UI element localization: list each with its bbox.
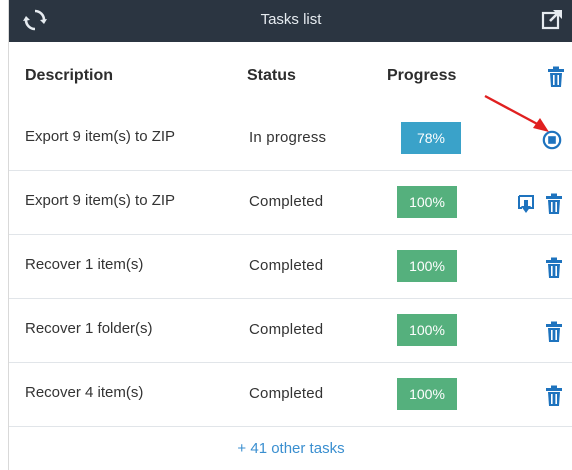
task-status: Completed [249,321,324,338]
task-description: Export 9 item(s) to ZIP [25,128,176,145]
task-description: Export 9 item(s) to ZIP [25,192,176,209]
more-tasks-link[interactable]: + 41 other tasks [9,440,572,470]
popout-icon[interactable] [541,8,563,30]
trash-icon[interactable] [545,257,563,279]
task-status: Completed [249,257,324,274]
task-status: Completed [249,385,324,402]
task-row: Recover 4 item(s) Completed 100% [9,362,572,427]
tasks-panel: Tasks list Description Status Progress E… [8,0,572,470]
column-progress[interactable]: Progress [387,67,456,85]
task-description: Recover 1 folder(s) [25,320,153,337]
trash-icon[interactable] [545,385,563,407]
progress-badge: 100% [397,250,457,282]
task-row: Recover 1 folder(s) Completed 100% [9,298,572,363]
clear-all-trash-icon[interactable] [547,66,565,88]
trash-icon[interactable] [545,193,563,215]
title-bar: Tasks list [9,0,572,42]
progress-badge: 100% [397,314,457,346]
task-description: Recover 1 item(s) [25,256,144,273]
column-status[interactable]: Status [247,67,296,85]
task-row: Recover 1 item(s) Completed 100% [9,234,572,299]
column-description[interactable]: Description [25,67,113,85]
task-row: Export 9 item(s) to ZIP Completed 100% [9,170,572,235]
progress-badge: 100% [397,378,457,410]
task-description: Recover 4 item(s) [25,384,144,401]
window-title: Tasks list [260,11,322,28]
trash-icon[interactable] [545,321,563,343]
task-status: Completed [249,193,324,210]
annotation-arrow [484,94,549,132]
task-status: In progress [249,129,327,146]
download-icon[interactable] [517,194,535,214]
progress-badge: 100% [397,186,457,218]
progress-badge: 78% [401,122,461,154]
